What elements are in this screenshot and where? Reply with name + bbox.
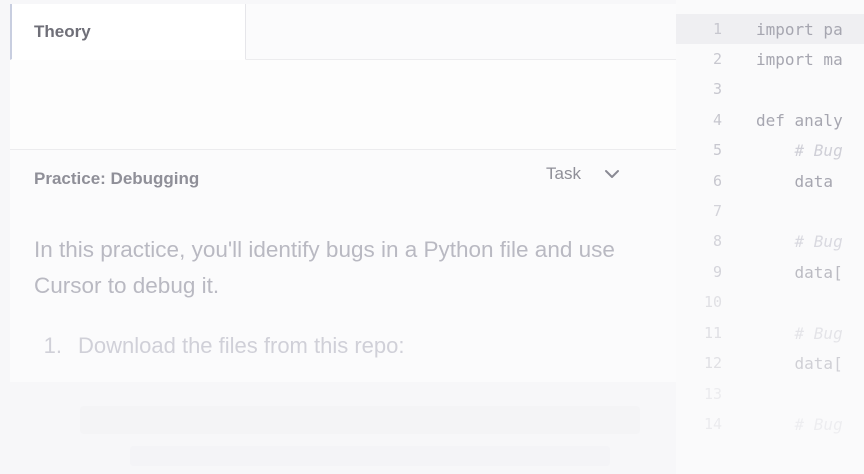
- line-number: 6: [712, 172, 722, 190]
- code-line[interactable]: 1 import pa: [676, 14, 864, 44]
- line-number: 9: [712, 263, 722, 281]
- code-line[interactable]: 3: [676, 74, 864, 104]
- line-number: 3: [712, 80, 722, 98]
- line-number: 1: [712, 20, 722, 38]
- line-number: 4: [712, 111, 722, 129]
- line-code: # Bug: [756, 231, 843, 251]
- line-number: 5: [712, 141, 722, 159]
- list-item: 1. Download the files from this repo:: [34, 328, 664, 364]
- faded-content-block: [130, 446, 610, 466]
- code-line[interactable]: 10: [676, 287, 864, 317]
- step-number: 1.: [43, 333, 62, 358]
- code-line[interactable]: 6 data: [676, 166, 864, 196]
- line-code: # Bug: [756, 414, 843, 434]
- task-label: Task: [546, 164, 581, 183]
- line-number: 13: [703, 385, 722, 403]
- tab-theory[interactable]: Theory: [10, 4, 246, 60]
- line-code: # Bug: [756, 323, 843, 343]
- task-dropdown-toggle[interactable]: Task: [546, 164, 621, 184]
- theory-content-area: [10, 60, 676, 150]
- line-number: 7: [712, 202, 722, 220]
- line-number: 8: [712, 232, 722, 250]
- chevron-down-icon: [604, 170, 619, 178]
- line-code: import ma: [756, 49, 843, 69]
- line-number: 10: [703, 293, 722, 311]
- line-code: data[: [756, 353, 843, 373]
- step-text: Download the files from this repo:: [78, 333, 405, 358]
- faded-content-block: [80, 406, 640, 434]
- line-code: def analy: [756, 110, 843, 130]
- code-line[interactable]: 8 # Bug: [676, 226, 864, 256]
- lesson-panel: Theory Practice: Debugging Task In this …: [10, 4, 676, 382]
- code-line[interactable]: 9 data[: [676, 257, 864, 287]
- code-line[interactable]: 4 def analy: [676, 105, 864, 135]
- code-line[interactable]: 13: [676, 379, 864, 409]
- tab-theory-label: Theory: [34, 21, 91, 41]
- practice-title: Practice: Debugging: [34, 169, 200, 188]
- practice-intro-text: In this practice, you'll identify bugs i…: [34, 237, 615, 298]
- code-editor[interactable]: 1 import pa 2 import ma 3 4 def analy 5 …: [676, 0, 864, 474]
- line-code: # Bug: [756, 140, 843, 160]
- line-number: 14: [703, 415, 722, 433]
- line-code: import pa: [756, 19, 843, 39]
- line-number: 12: [703, 354, 722, 372]
- code-line[interactable]: 2 import ma: [676, 44, 864, 74]
- lesson-tab-strip: Theory: [10, 4, 676, 60]
- line-number: 11: [703, 324, 722, 342]
- code-line[interactable]: 11 # Bug: [676, 318, 864, 348]
- line-code: data[: [756, 262, 843, 282]
- code-line[interactable]: 5 # Bug: [676, 135, 864, 165]
- code-line[interactable]: 12 data[: [676, 348, 864, 378]
- code-line[interactable]: 14 # Bug: [676, 409, 864, 439]
- practice-section-header[interactable]: Practice: Debugging Task: [10, 150, 676, 208]
- practice-steps-list: 1. Download the files from this repo:: [34, 328, 664, 364]
- line-number: 2: [712, 50, 722, 68]
- code-line[interactable]: 7: [676, 196, 864, 226]
- line-code: data: [756, 171, 843, 191]
